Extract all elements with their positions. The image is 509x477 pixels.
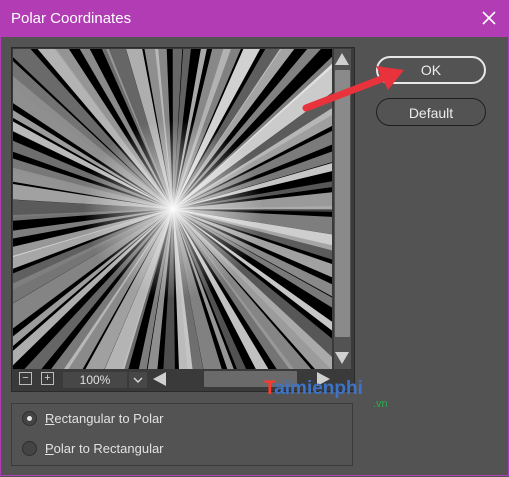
title-bar: Polar Coordinates	[0, 0, 509, 37]
radio-label: Polar to Rectangular	[45, 441, 164, 456]
zoom-in-button[interactable]: +	[41, 372, 54, 385]
close-icon[interactable]	[477, 6, 501, 30]
window-title: Polar Coordinates	[11, 10, 132, 27]
preview-image[interactable]	[13, 49, 332, 369]
zoom-dropdown[interactable]	[128, 371, 148, 389]
radio-label: Rectangular to Polar	[45, 411, 164, 426]
zoom-level-field[interactable]: 100%	[62, 371, 128, 389]
scroll-left-arrow-icon[interactable]	[153, 372, 166, 386]
radio-button-checked[interactable]	[22, 411, 37, 426]
chevron-down-icon	[133, 377, 143, 383]
watermark-suffix: .vn	[373, 398, 388, 410]
watermark-logo: T	[264, 378, 275, 399]
zoom-out-button[interactable]: −	[19, 372, 32, 385]
radio-button[interactable]	[22, 441, 37, 456]
scroll-down-arrow-icon[interactable]	[335, 352, 349, 364]
polar-rays-image	[13, 49, 332, 369]
annotation-arrow-icon	[302, 66, 404, 112]
watermark-text: aimienphi	[274, 378, 363, 399]
watermark: Taimienphi .vn	[264, 378, 388, 410]
